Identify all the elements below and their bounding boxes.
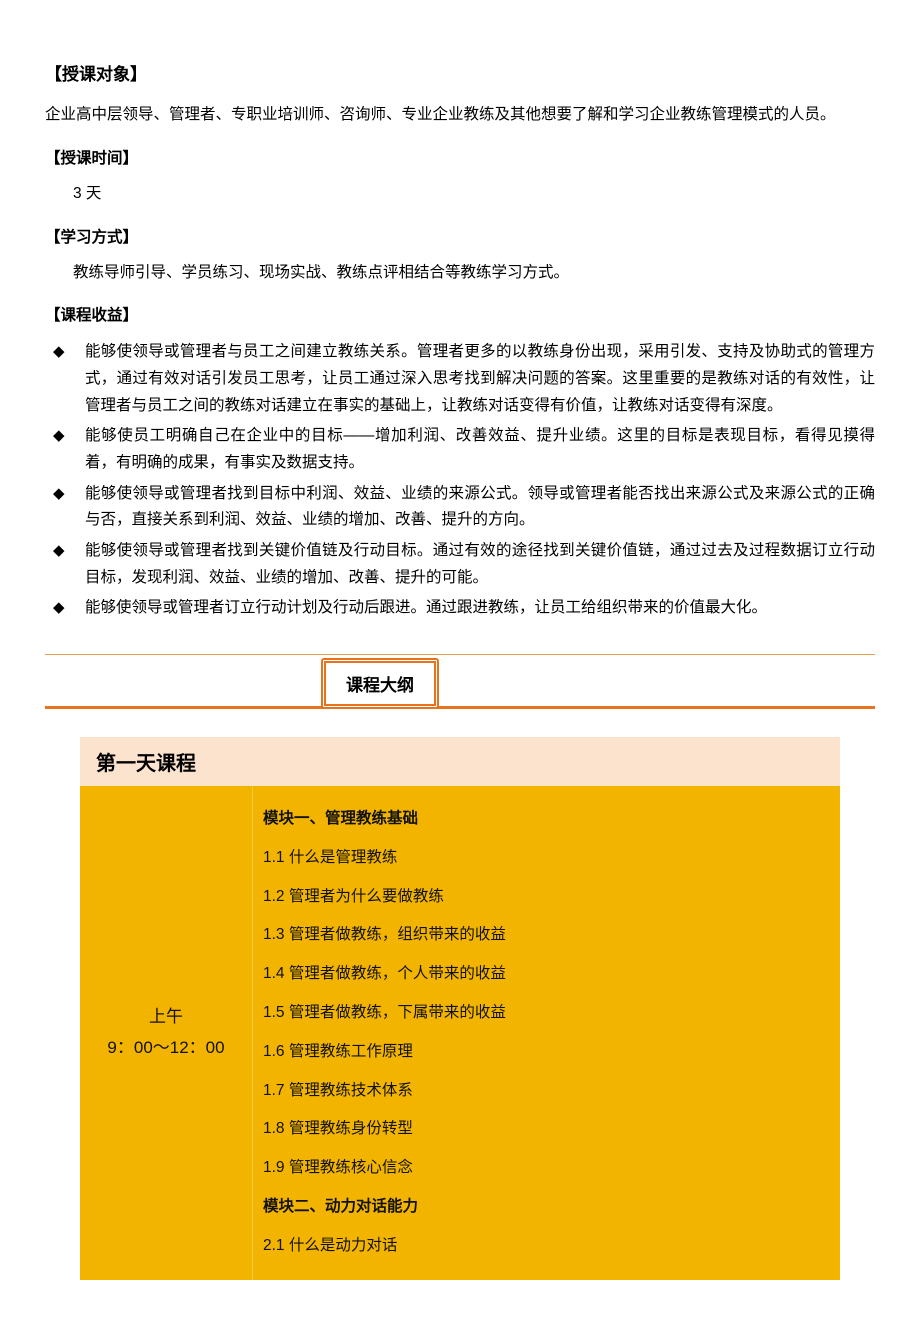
content-cell: 模块一、管理教练基础 1.1 什么是管理教练 1.2 管理者为什么要做教练 1.…: [252, 786, 840, 1280]
heading-benefits: 【课程收益】: [45, 303, 875, 325]
schedule-row: 上午 9：00～12：00 模块一、管理教练基础 1.1 什么是管理教练 1.2…: [80, 786, 840, 1280]
module-title: 模块一、管理教练基础: [263, 800, 830, 839]
heading-method: 【学习方式】: [45, 225, 875, 247]
time-label-period: 上午: [149, 1002, 183, 1033]
audience-text: 企业高中层领导、管理者、专职业培训师、咨询师、专业企业教练及其他想要了解和学习企…: [45, 103, 875, 128]
benefit-item: 能够使领导或管理者与员工之间建立教练关系。管理者更多的以教练身份出现，采用引发、…: [45, 339, 875, 419]
day-block: 第一天课程 上午 9：00～12：00 模块一、管理教练基础 1.1 什么是管理…: [80, 737, 840, 1280]
module-title: 模块二、动力对话能力: [263, 1188, 830, 1227]
content-line: 1.2 管理者为什么要做教练: [263, 878, 830, 917]
content-line: 2.1 什么是动力对话: [263, 1227, 830, 1266]
heading-audience: 【授课对象】: [45, 60, 875, 85]
content-line: 1.3 管理者做教练，组织带来的收益: [263, 916, 830, 955]
benefit-item: 能够使领导或管理者找到目标中利润、效益、业绩的来源公式。领导或管理者能否找出来源…: [45, 481, 875, 534]
benefit-item: 能够使领导或管理者找到关键价值链及行动目标。通过有效的途径找到关键价值链，通过过…: [45, 538, 875, 591]
content-line: 1.7 管理教练技术体系: [263, 1072, 830, 1111]
content-line: 1.6 管理教练工作原理: [263, 1033, 830, 1072]
content-line: 1.4 管理者做教练，个人带来的收益: [263, 955, 830, 994]
method-text: 教练导师引导、学员练习、现场实战、教练点评相结合等教练学习方式。: [45, 261, 875, 286]
content-line: 1.8 管理教练身份转型: [263, 1110, 830, 1149]
day-header: 第一天课程: [80, 737, 840, 786]
benefit-item: 能够使领导或管理者订立行动计划及行动后跟进。通过跟进教练，让员工给组织带来的价值…: [45, 595, 875, 622]
time-text: 3 天: [45, 182, 875, 207]
time-cell: 上午 9：00～12：00: [80, 786, 252, 1280]
outline-badge: 课程大纲: [321, 658, 439, 709]
divider-line: [45, 654, 875, 655]
outline-divider: 课程大纲: [45, 654, 875, 709]
content-line: 1.9 管理教练核心信念: [263, 1149, 830, 1188]
content-line: 1.1 什么是管理教练: [263, 839, 830, 878]
divider-row: 课程大纲: [45, 658, 875, 709]
benefits-list: 能够使领导或管理者与员工之间建立教练关系。管理者更多的以教练身份出现，采用引发、…: [45, 339, 875, 622]
time-label-range: 9：00～12：00: [107, 1033, 224, 1064]
heading-time: 【授课时间】: [45, 146, 875, 168]
benefit-item: 能够使员工明确自己在企业中的目标——增加利润、改善效益、提升业绩。这里的目标是表…: [45, 423, 875, 476]
content-line: 1.5 管理者做教练，下属带来的收益: [263, 994, 830, 1033]
